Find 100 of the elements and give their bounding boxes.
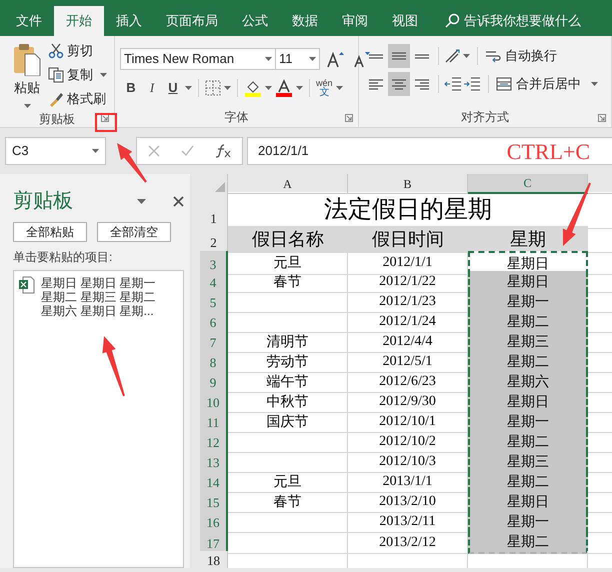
italic-button[interactable]: I (143, 78, 161, 98)
merge-center-button[interactable]: 合并后居中 (496, 74, 598, 94)
name-box[interactable]: C3 (5, 137, 106, 165)
table-cell: 星期三 (468, 451, 588, 473)
cut-button[interactable]: 剪切 (48, 40, 107, 62)
table-cell: 星期一 (468, 511, 588, 533)
tell-me-text[interactable]: 告诉我你想要做什么 (464, 11, 581, 31)
row-header[interactable]: 14 (200, 471, 228, 493)
text-orientation-icon[interactable] (444, 48, 462, 64)
underline-button[interactable]: U (164, 78, 182, 98)
ribbon-tab[interactable]: 公式 (230, 6, 280, 36)
align-lines-icon (415, 78, 429, 90)
caret-icon[interactable] (463, 54, 470, 58)
row-header[interactable]: 2 (200, 226, 228, 253)
annotation-arrow (562, 182, 591, 246)
row-header[interactable]: 11 (200, 411, 228, 433)
row-header[interactable]: 13 (200, 451, 228, 473)
caret-icon[interactable] (309, 57, 316, 61)
format-painter-button[interactable]: 格式刷 (48, 88, 107, 110)
table-cell: 星期二 (468, 311, 588, 333)
ribbon-tab[interactable]: 插入 (104, 6, 154, 36)
row-header[interactable]: 9 (200, 371, 228, 393)
bold-button[interactable]: B (122, 78, 140, 98)
row-header[interactable]: 7 (200, 331, 228, 353)
row-header[interactable]: 1 (200, 192, 228, 229)
column-heading: 假日时间 (372, 228, 444, 251)
row-header[interactable]: 15 (200, 491, 228, 513)
formula-text: 2012/1/1 (258, 142, 309, 160)
sheet-title: 法定假日的星期 (324, 195, 492, 225)
clipboard-icon (12, 42, 42, 76)
font-shrink-icon[interactable] (352, 50, 370, 68)
search-icon[interactable] (444, 13, 460, 29)
table-cell: 中秋节 (228, 391, 348, 413)
pane-button[interactable]: 全部粘贴 (13, 222, 87, 242)
dialog-launcher-icon[interactable] (101, 114, 109, 122)
caret-icon[interactable] (336, 86, 343, 90)
dialog-launcher-icon[interactable] (345, 114, 353, 122)
paste-button[interactable]: 粘贴 (6, 36, 48, 110)
scissors-icon (48, 43, 64, 59)
dialog-launcher-icon[interactable] (598, 114, 606, 122)
instruction-text: 单击要粘贴的项目: (13, 249, 114, 266)
table-cell: 星期二 (468, 471, 588, 493)
row-header[interactable]: 4 (200, 271, 228, 293)
column-header[interactable]: C (468, 174, 588, 194)
dropdown-caret-icon[interactable] (137, 198, 146, 204)
table-cell: 星期二 (468, 351, 588, 373)
caret-icon[interactable] (185, 86, 192, 90)
column-heading: 星期 (510, 228, 546, 251)
caret-icon[interactable] (24, 104, 30, 108)
wrap-text-button[interactable]: 自动换行 (485, 46, 557, 66)
vertical-align-button[interactable] (388, 44, 410, 68)
paintbrush-icon (48, 91, 64, 107)
caret-icon[interactable] (92, 149, 99, 153)
table-cell: 春节 (228, 271, 348, 293)
caret-icon[interactable] (265, 57, 272, 61)
pane-button[interactable]: 全部清空 (97, 222, 171, 242)
ribbon-tab[interactable]: 开始 (54, 6, 104, 36)
ribbon-tab[interactable]: 视图 (380, 6, 430, 36)
table-cell: 元旦 (228, 251, 348, 275)
table-cell: 星期三 (468, 331, 588, 353)
font-color-icon[interactable] (275, 79, 293, 97)
table-cell: 劳动节 (228, 351, 348, 373)
caret-icon[interactable] (591, 82, 598, 86)
annotation-text: CTRL+C (506, 138, 590, 166)
table-cell: 星期二 (468, 531, 588, 554)
clipboard-item[interactable]: 星期日 星期日 星期一 星期二 星期三 星期二 星期六 星期日 星期... (19, 276, 178, 318)
row-header[interactable]: 8 (200, 351, 228, 373)
fill-bucket-icon[interactable] (244, 79, 262, 97)
ribbon-tab[interactable]: 审阅 (330, 6, 380, 36)
table-cell: 星期日 (468, 271, 588, 293)
ribbon-tab[interactable]: 页面布局 (154, 6, 230, 36)
horizontal-align-button[interactable] (388, 72, 410, 96)
row-header[interactable]: 12 (200, 431, 228, 453)
caret-icon[interactable] (265, 86, 272, 90)
row-header[interactable]: 6 (200, 311, 228, 333)
align-lines-icon (392, 52, 406, 60)
formula-input[interactable]: 2012/1/1 CTRL+C (247, 137, 612, 165)
caret-icon[interactable] (296, 86, 303, 90)
font-grow-icon[interactable] (326, 50, 344, 68)
annotation-arrow (102, 336, 125, 396)
row-header[interactable]: 10 (200, 391, 228, 413)
check-icon[interactable] (180, 145, 194, 157)
ribbon-tab[interactable]: 文件 (4, 6, 54, 36)
caret-icon[interactable] (224, 86, 231, 90)
column-header[interactable]: A (228, 174, 348, 194)
highlight-frame (95, 113, 117, 132)
ribbon-tab[interactable]: 数据 (280, 6, 330, 36)
font-name-dropdown[interactable]: Times New Roman (120, 48, 276, 70)
row-header[interactable]: 18 (200, 551, 228, 568)
increase-indent-icon[interactable] (463, 76, 481, 92)
borders-icon[interactable] (205, 80, 221, 96)
decrease-indent-icon[interactable] (444, 76, 462, 92)
row-header[interactable]: 5 (200, 291, 228, 313)
phonetic-guide-button[interactable]: wén 文 (316, 78, 333, 98)
insert-function-icon[interactable] (215, 144, 232, 158)
font-size-dropdown[interactable]: 11 (276, 48, 320, 70)
caret-icon[interactable] (100, 73, 107, 77)
copy-button[interactable]: 复制 (48, 64, 107, 86)
row-header[interactable]: 16 (200, 511, 228, 533)
close-icon[interactable] (173, 196, 184, 206)
